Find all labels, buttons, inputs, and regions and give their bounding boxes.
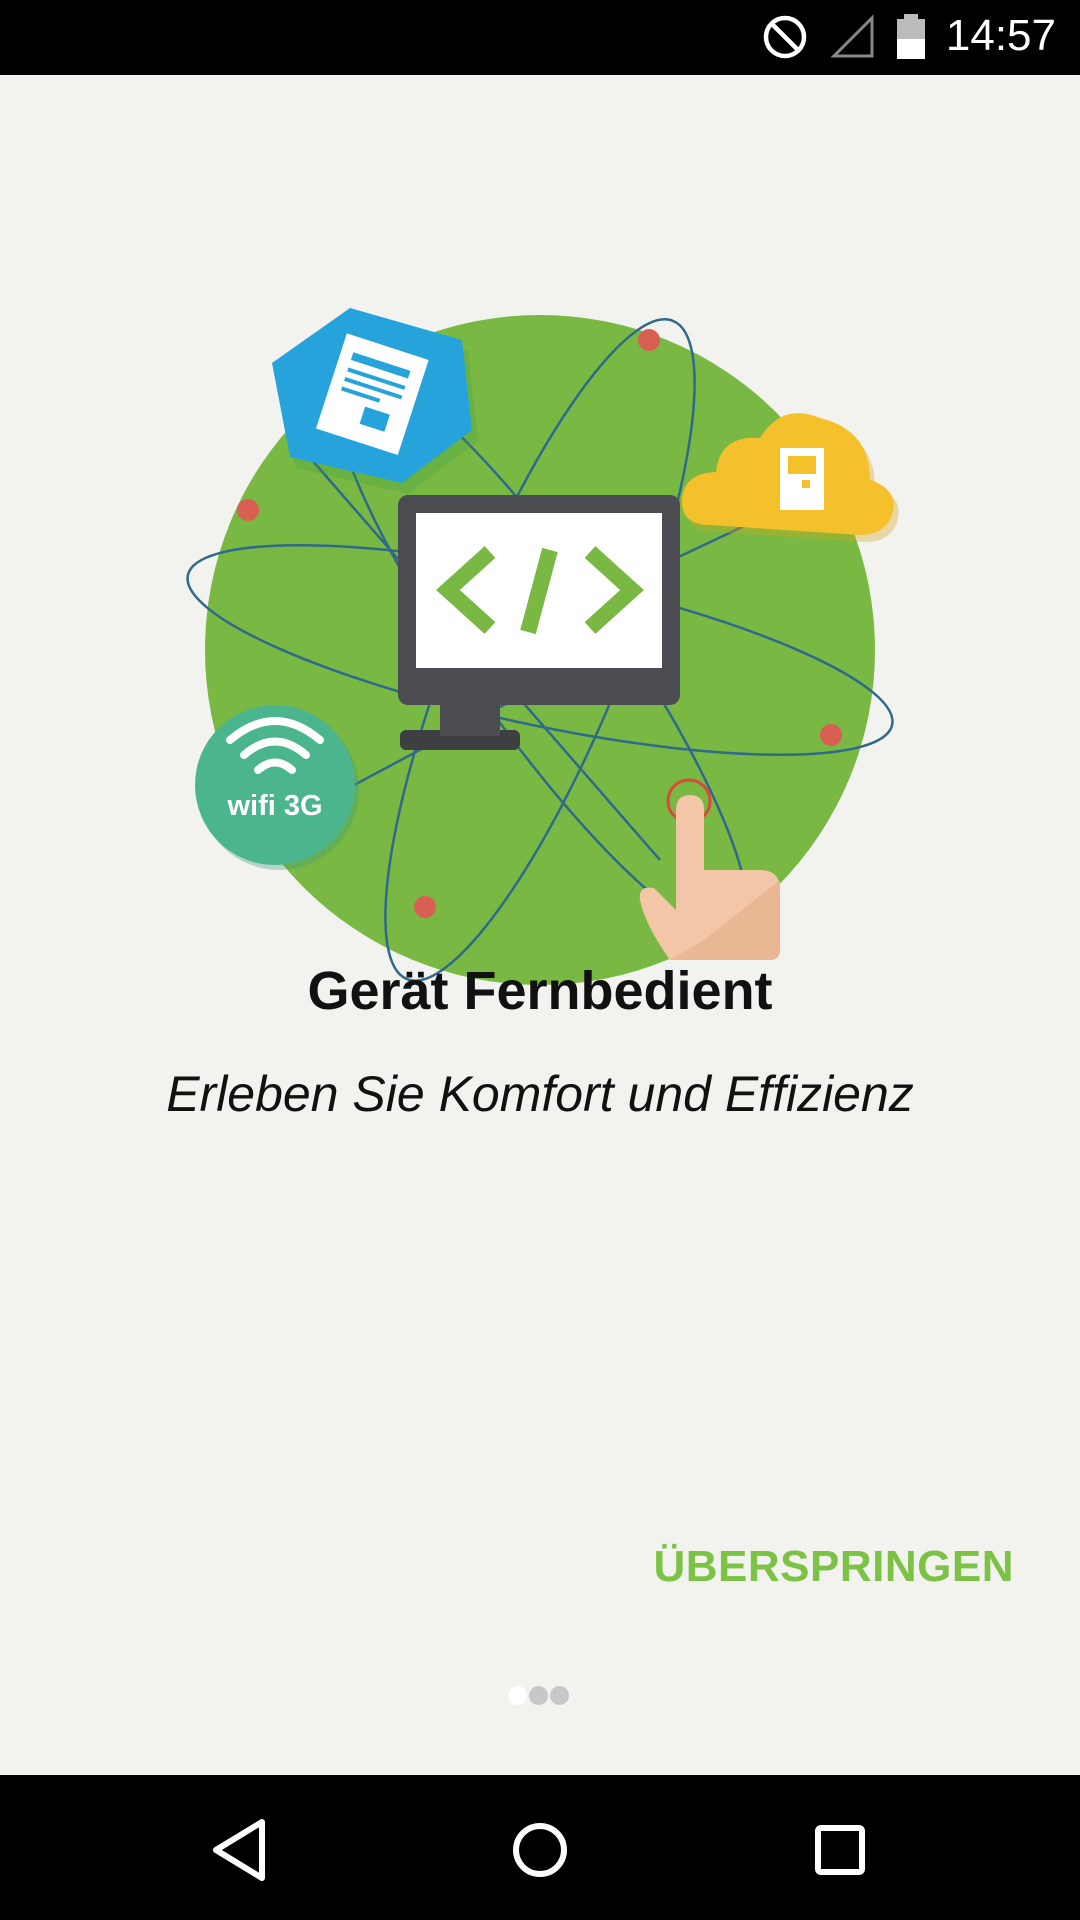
page-title: Gerät Fernbedient — [307, 961, 773, 1021]
home-icon[interactable] — [500, 1810, 580, 1890]
signal-icon — [830, 14, 874, 58]
page-subtitle: Erleben Sie Komfort und Effizienz — [166, 1066, 914, 1122]
page-dot — [529, 1686, 548, 1705]
skip-button[interactable]: ÜBERSPRINGEN — [654, 1542, 1015, 1592]
clock: 14:57 — [945, 11, 1056, 60]
battery-icon — [897, 14, 925, 59]
recents-icon[interactable] — [800, 1810, 880, 1890]
status-bar: 14:57 — [0, 0, 1080, 75]
page-indicator — [508, 1686, 569, 1708]
onboarding-screen: wifi 3G Gerät Fernbedient Erleben Sie Ko… — [0, 75, 1080, 1775]
page-dot-active — [508, 1686, 527, 1705]
wifi-badge-label: wifi 3G — [226, 790, 322, 822]
remote-control-illustration: wifi 3G — [186, 308, 899, 985]
do-not-disturb-icon — [763, 15, 807, 59]
back-icon[interactable] — [200, 1810, 280, 1890]
navigation-bar — [0, 1775, 1080, 1920]
page-dot — [550, 1686, 569, 1705]
